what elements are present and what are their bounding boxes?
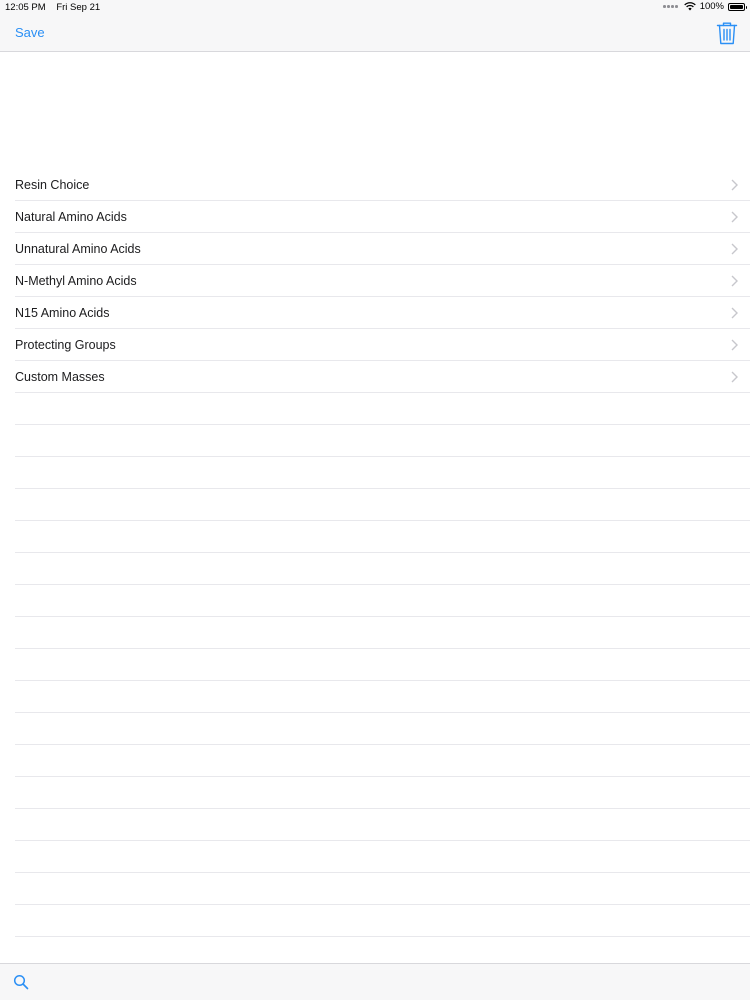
menu-row-custom-masses[interactable]: Custom Masses [15, 361, 750, 393]
status-left: 12:05 PM Fri Sep 21 [5, 2, 108, 13]
chevron-right-icon [731, 275, 738, 287]
menu-row-label: N-Methyl Amino Acids [15, 274, 137, 288]
menu-row-label: Protecting Groups [15, 338, 116, 352]
menu-list: Resin Choice Natural Amino Acids Unnatur… [0, 169, 750, 393]
empty-row [15, 873, 750, 905]
menu-row-label: Unnatural Amino Acids [15, 242, 141, 256]
menu-row-resin-choice[interactable]: Resin Choice [15, 169, 750, 201]
battery-fill [730, 4, 743, 9]
save-button[interactable]: Save [15, 25, 45, 40]
menu-row-label: Natural Amino Acids [15, 210, 127, 224]
empty-row [15, 681, 750, 713]
battery-percent: 100% [699, 1, 724, 12]
empty-row [15, 905, 750, 937]
empty-row [15, 617, 750, 649]
chevron-right-icon [731, 307, 738, 319]
status-date: Fri Sep 21 [56, 2, 101, 13]
trash-icon [716, 22, 738, 45]
empty-row [15, 489, 750, 521]
navigation-bar: Save [0, 16, 750, 52]
menu-row-n-methyl-amino-acids[interactable]: N-Methyl Amino Acids [15, 265, 750, 297]
trash-button[interactable] [716, 21, 738, 45]
menu-row-n15-amino-acids[interactable]: N15 Amino Acids [15, 297, 750, 329]
chevron-right-icon [731, 339, 738, 351]
menu-row-label: Resin Choice [15, 178, 90, 192]
empty-row [15, 745, 750, 777]
empty-row [15, 553, 750, 585]
menu-row-label: N15 Amino Acids [15, 306, 110, 320]
empty-row [15, 457, 750, 489]
status-right: 100% [663, 1, 747, 12]
empty-row [15, 649, 750, 681]
chevron-right-icon [731, 179, 738, 191]
bottom-toolbar [0, 963, 750, 1000]
app-window: 12:05 PM Fri Sep 21 100% Save Resin Choi… [0, 0, 750, 1000]
chevron-right-icon [731, 243, 738, 255]
menu-table: Resin Choice Natural Amino Acids Unnatur… [0, 169, 750, 937]
search-icon [13, 974, 29, 990]
menu-row-unnatural-amino-acids[interactable]: Unnatural Amino Acids [15, 233, 750, 265]
empty-row [15, 777, 750, 809]
status-bar: 12:05 PM Fri Sep 21 100% [0, 0, 750, 16]
empty-row [15, 809, 750, 841]
search-button[interactable] [13, 974, 29, 990]
chevron-right-icon [731, 211, 738, 223]
empty-table-rows [0, 393, 750, 937]
empty-row [15, 713, 750, 745]
menu-row-label: Custom Masses [15, 370, 105, 384]
chevron-right-icon [731, 371, 738, 383]
empty-row [15, 841, 750, 873]
menu-row-protecting-groups[interactable]: Protecting Groups [15, 329, 750, 361]
empty-row [15, 393, 750, 425]
empty-row [15, 585, 750, 617]
status-time: 12:05 PM [5, 2, 46, 13]
signal-dots-icon [663, 5, 678, 8]
wifi-icon [683, 2, 696, 11]
battery-icon [728, 2, 747, 11]
empty-row [15, 425, 750, 457]
menu-row-natural-amino-acids[interactable]: Natural Amino Acids [15, 201, 750, 233]
empty-row [15, 521, 750, 553]
